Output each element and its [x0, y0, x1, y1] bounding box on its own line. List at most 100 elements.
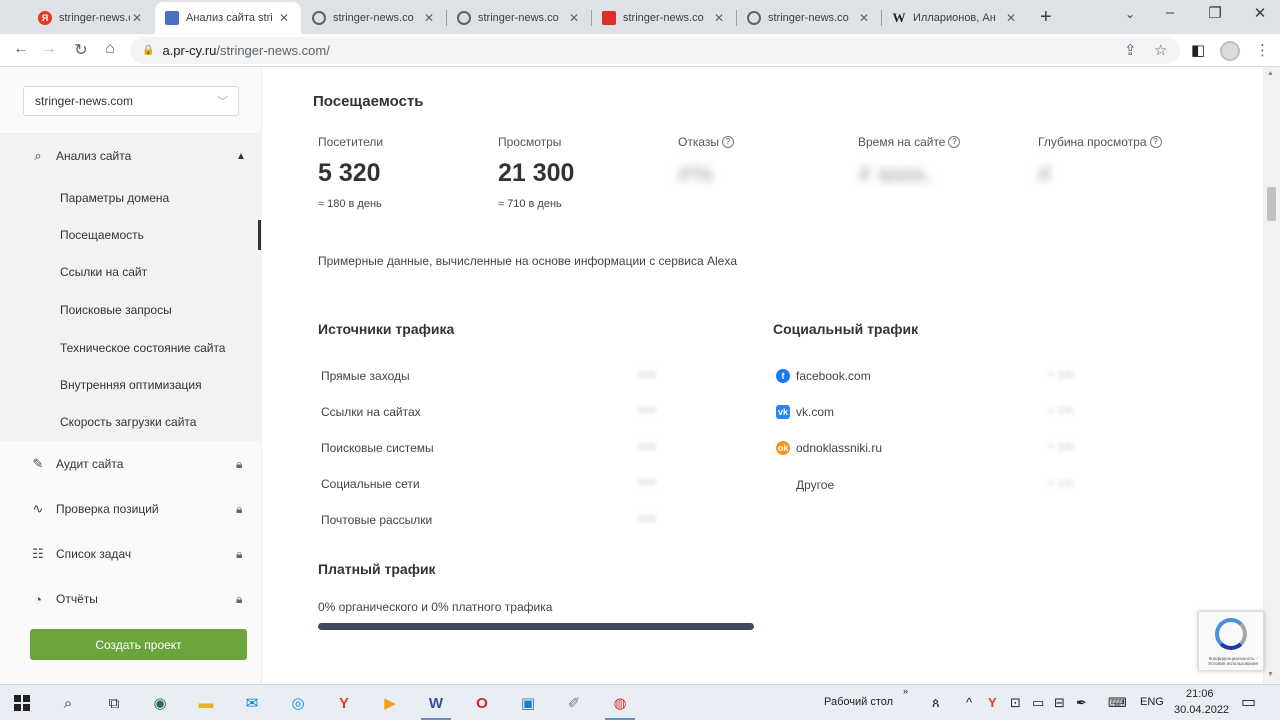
people-icon[interactable]: ጰ	[932, 695, 940, 711]
scroll-down-icon[interactable]: ▼	[1267, 671, 1274, 678]
network-icon[interactable]: ⊟	[1054, 695, 1065, 711]
close-tab-icon[interactable]: ✕	[712, 11, 726, 25]
page-title: Посещаемость	[313, 93, 424, 110]
browser-tab[interactable]: W Илларионов, Ан ✕	[882, 2, 1028, 34]
reload-icon[interactable]: ↻	[70, 40, 92, 60]
sidebar-item-audit[interactable]: ✎ Аудит сайта	[30, 454, 124, 474]
sidebar-subitem-speed[interactable]: Скорость загрузки сайта	[60, 415, 196, 429]
sidebar-item-reports[interactable]: ◔ Отчёты	[30, 589, 98, 609]
page-scrollbar[interactable]: ▲ ▼	[1263, 67, 1280, 684]
close-tab-icon[interactable]: ✕	[422, 11, 436, 25]
tray-chevron-up-icon[interactable]: ^	[966, 695, 972, 710]
social-traffic-title: Социальный трафик	[773, 321, 919, 337]
sidebar-subitem-search-queries[interactable]: Поисковые запросы	[60, 303, 172, 317]
scroll-up-icon[interactable]: ▲	[1267, 70, 1274, 77]
home-icon[interactable]: ⌂	[99, 40, 121, 58]
file-explorer-icon[interactable]: ▬	[194, 691, 218, 715]
recaptcha-icon	[1215, 618, 1247, 650]
sidebar-subitem-tech-state[interactable]: Техническое состояние сайта	[60, 341, 225, 355]
tab-search-icon[interactable]: ⌄	[1115, 7, 1145, 21]
clock-time[interactable]: 21:06	[1186, 688, 1214, 700]
keyboard-icon[interactable]: ⌨	[1108, 695, 1127, 711]
help-icon[interactable]: ?	[948, 136, 961, 148]
sidebar-subitem-onpage[interactable]: Внутренняя оптимизация	[60, 378, 202, 392]
pen-icon[interactable]: ✒	[1076, 695, 1087, 711]
odnoklassniki-icon: ok	[776, 441, 790, 455]
close-tab-icon[interactable]: ✕	[1004, 11, 1018, 25]
back-icon[interactable]: ←	[10, 40, 32, 58]
notification-icon[interactable]: ▭	[1241, 692, 1256, 712]
monitor-app-icon[interactable]: ▣	[516, 691, 540, 715]
list-item: Ссылки на сайтах	[321, 405, 421, 419]
window-close-icon[interactable]: ✕	[1245, 4, 1275, 22]
url-domain: a.pr-cy.ru	[162, 43, 217, 58]
edge-icon[interactable]: ◎	[286, 691, 310, 715]
metric-label-bounce: Отказы?	[678, 135, 735, 149]
new-tab-icon[interactable]: +	[1040, 6, 1052, 29]
sidebar-subitem-traffic[interactable]: Посещаемость	[60, 228, 144, 242]
list-item-value-blurred: ###	[638, 441, 657, 453]
site-select[interactable]: stringer-news.com ﹀	[23, 86, 239, 116]
chrome-icon[interactable]: ◍	[608, 691, 632, 715]
sidebar-item-analysis[interactable]: ⌕ Анализ сайта	[30, 146, 131, 166]
browser-tab[interactable]: Я stringer-news.co ✕	[28, 2, 154, 34]
chevron-up-icon[interactable]: ▲	[236, 151, 246, 162]
side-panel-icon[interactable]: ◧	[1191, 41, 1205, 59]
paint-icon[interactable]: ✐	[562, 691, 586, 715]
mail-icon[interactable]: ✉	[240, 691, 264, 715]
social-row-other: Другое	[796, 478, 835, 492]
help-icon[interactable]: ?	[722, 136, 735, 148]
url-field[interactable]: 🔒 a.pr-cy.ru/stringer-news.com/	[130, 37, 1180, 64]
browser-tab[interactable]: stringer-news.co ✕	[592, 2, 736, 34]
social-value-blurred: < 1%	[1048, 405, 1074, 417]
browser-menu-icon[interactable]: ⋮	[1255, 41, 1270, 59]
close-tab-icon[interactable]: ✕	[130, 11, 144, 25]
site-select-value: stringer-news.com	[35, 94, 134, 108]
browser-tab-active[interactable]: Анализ сайта stri ✕	[155, 2, 301, 34]
language-indicator[interactable]: ENG	[1140, 696, 1164, 708]
sidebar-subitem-domain-params[interactable]: Параметры домена	[60, 191, 169, 205]
profile-avatar[interactable]	[1220, 41, 1240, 61]
clock-date[interactable]: 30.04.2022	[1174, 704, 1229, 716]
search-icon[interactable]: ⌕	[56, 691, 80, 715]
sidebar-item-positions[interactable]: ∿ Проверка позиций	[30, 499, 159, 519]
browser-tab[interactable]: stringer-news.co ✕	[447, 2, 591, 34]
word-icon[interactable]: W	[424, 691, 448, 715]
browser-tab[interactable]: stringer-news.co ✕	[737, 2, 881, 34]
close-tab-icon[interactable]: ✕	[567, 11, 581, 25]
forward-icon[interactable]: →	[38, 40, 60, 58]
create-project-button[interactable]: Создать проект	[30, 629, 247, 660]
sidebar-item-tasks[interactable]: ☷ Список задач	[30, 544, 131, 564]
close-tab-icon[interactable]: ✕	[857, 11, 871, 25]
list-item: Социальные сети	[321, 477, 420, 491]
social-value-blurred: < 1%	[1048, 478, 1074, 490]
metric-label-depth: Глубина просмотра?	[1038, 135, 1162, 149]
tray-app-icon[interactable]: ⊡	[1010, 695, 1021, 711]
toolbar-expand-icon[interactable]: »	[903, 686, 908, 696]
scroll-thumb[interactable]	[1267, 187, 1276, 221]
yandex-tray-icon[interactable]: Y	[988, 695, 997, 710]
media-player-icon[interactable]: ▶	[378, 691, 402, 715]
sidebar-item-label: Проверка позиций	[56, 502, 159, 516]
lock-icon: 🔒︎	[236, 592, 243, 606]
battery-icon[interactable]: ▭	[1032, 695, 1044, 711]
app-circle-icon[interactable]: ◉	[148, 691, 172, 715]
yandex-browser-icon[interactable]: Y	[332, 691, 356, 715]
list-item-value-blurred: ###	[638, 513, 657, 525]
recaptcha-badge[interactable]: Конфиденциальность - Условия использован…	[1198, 611, 1264, 671]
minimize-icon[interactable]: –	[1155, 4, 1185, 21]
social-row-vk: vk vk.com	[776, 405, 835, 419]
desktop-toolbar-label[interactable]: Рабочий стол	[824, 696, 893, 708]
browser-tab[interactable]: stringer-news.co ✕	[302, 2, 446, 34]
close-tab-icon[interactable]: ✕	[277, 11, 291, 25]
restore-icon[interactable]: ❐	[1200, 4, 1230, 22]
task-view-icon[interactable]: ⧉	[102, 691, 126, 715]
help-icon[interactable]: ?	[1149, 136, 1162, 148]
chevron-down-icon: ﹀	[217, 96, 228, 108]
share-icon[interactable]: ⇪	[1124, 41, 1137, 59]
opera-icon[interactable]: O	[470, 691, 494, 715]
sidebar-subitem-backlinks[interactable]: Ссылки на сайт	[60, 265, 147, 279]
windows-start-icon[interactable]	[10, 691, 34, 715]
bookmark-star-icon[interactable]: ☆	[1154, 41, 1167, 59]
clipboard-icon: ☷	[32, 546, 44, 561]
